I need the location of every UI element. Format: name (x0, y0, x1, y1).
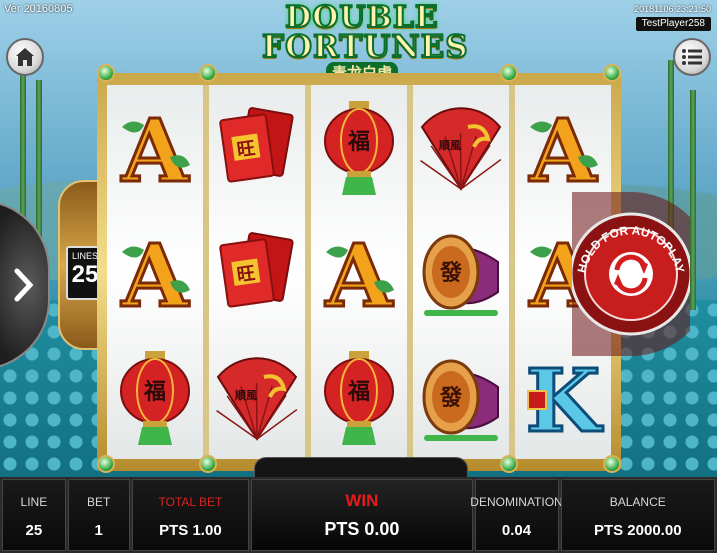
corner-gem (603, 455, 621, 473)
home-button[interactable] (6, 38, 44, 76)
reel-symbol: 順風 (416, 92, 506, 202)
symbol-red-envelope-icon: 旺 (219, 107, 294, 183)
symbol-A-icon: A (119, 100, 191, 198)
win-cell: WIN PTS 0.00 (251, 479, 473, 551)
balance-value: PTS 2000.00 (593, 521, 682, 539)
reel-symbol: A (518, 92, 608, 202)
player-name: TestPlayer258 (635, 17, 711, 31)
svg-text:A: A (529, 101, 598, 197)
home-icon (16, 48, 34, 66)
symbol-fan-icon: 順風 (216, 356, 298, 441)
symbol-A-icon: A (527, 100, 599, 198)
corner-gem (97, 64, 115, 82)
corner-gem (603, 64, 621, 82)
svg-text:發: 發 (439, 260, 462, 285)
denomination-value: 0.04 (501, 521, 532, 539)
symbol-lantern-icon: 福 (324, 101, 394, 196)
denomination-cell[interactable]: DENOMINATION 0.04 (470, 479, 563, 551)
symbol-fan-icon: 順風 (420, 107, 502, 192)
symbol-K-icon: K (524, 349, 605, 447)
reel-2: 旺旺順風 (209, 85, 305, 459)
denomination-label: DENOMINATION (470, 494, 563, 509)
svg-text:A: A (121, 101, 190, 197)
symbol-A-icon: A (323, 224, 395, 322)
svg-text:福: 福 (143, 379, 166, 404)
total-bet-value: PTS 1.00 (159, 521, 222, 539)
menu-icon (682, 49, 702, 65)
reel-symbol: K (518, 342, 608, 452)
svg-text:順風: 順風 (235, 388, 257, 402)
svg-text:旺: 旺 (236, 263, 257, 285)
corner-gem (199, 455, 217, 473)
reel-3: 福 A 福 (311, 85, 407, 459)
chevron-right-icon (14, 268, 34, 302)
svg-text:A: A (325, 226, 394, 322)
version-label: Ver 20160805 (4, 3, 73, 15)
svg-text:順風: 順風 (439, 138, 461, 152)
bet-label: BET (87, 494, 111, 509)
reel-4: 順風發發 (413, 85, 509, 459)
svg-text:福: 福 (347, 379, 370, 404)
symbol-lantern-icon: 福 (324, 350, 394, 445)
reel-frame: A A 福旺旺順風福 A 福順風發發 A A K (97, 73, 621, 471)
win-value: PTS 0.00 (324, 518, 400, 539)
symbol-A-icon: A (119, 224, 191, 322)
symbol-red-envelope-icon: 旺 (219, 232, 294, 308)
bet-cell[interactable]: BET 1 (67, 479, 130, 551)
reel-symbol: 順風 (212, 342, 302, 452)
symbol-lantern-icon: 福 (120, 350, 190, 445)
reel-symbol: 旺 (212, 217, 302, 327)
reel-symbol: A (110, 217, 200, 327)
corner-gem (500, 455, 518, 473)
symbol-drum-icon: 發 (422, 234, 499, 316)
reel-1: AA 福 (107, 85, 203, 459)
svg-text:發: 發 (439, 385, 462, 410)
corner-gem (97, 455, 115, 473)
reel-symbol: 福 (314, 92, 404, 202)
reels-area: A A 福旺旺順風福 A 福順風發發 A A K (107, 85, 611, 459)
symbol-drum-icon: 發 (422, 359, 499, 441)
menu-button[interactable] (673, 38, 711, 76)
reel-symbol: A (110, 92, 200, 202)
total-bet-cell: TOTAL BET PTS 1.00 (131, 479, 250, 551)
bet-value: 1 (94, 521, 103, 539)
reel-symbol: 發 (416, 217, 506, 327)
line-cell[interactable]: LINE 25 (2, 479, 66, 551)
logo-title-line2: FORTUNES (261, 28, 469, 66)
datetime-label: 20181106 23:21:50 (634, 4, 711, 14)
total-bet-label: TOTAL BET (158, 494, 223, 509)
reel-symbol: 旺 (212, 92, 302, 202)
autoplay-button[interactable]: HOLD FOR AUTOPLAY (569, 190, 713, 358)
line-value: 25 (25, 521, 43, 539)
reel-symbol: 福 (314, 342, 404, 452)
bamboo-decoration (690, 90, 696, 310)
refresh-icon (609, 252, 653, 296)
svg-text:福: 福 (347, 129, 370, 154)
win-label: WIN (345, 490, 379, 510)
svg-text:旺: 旺 (236, 138, 257, 160)
line-label: LINE (20, 494, 48, 509)
corner-gem (199, 64, 217, 82)
balance-label: BALANCE (609, 494, 666, 509)
win-tab (254, 457, 468, 479)
svg-text:A: A (121, 226, 190, 322)
reel-symbol: 發 (416, 342, 506, 452)
bottom-bar: LINE 25 BET 1 TOTAL BET PTS 1.00 WIN PTS… (0, 477, 717, 553)
corner-gem (500, 64, 518, 82)
reel-symbol: A (314, 217, 404, 327)
balance-cell: BALANCE PTS 2000.00 (560, 479, 715, 551)
reel-symbol: 福 (110, 342, 200, 452)
